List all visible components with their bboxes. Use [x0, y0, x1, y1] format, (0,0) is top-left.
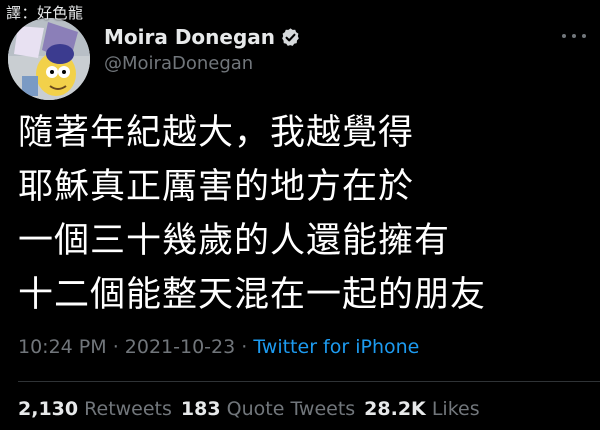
tweet-line: 十二個能整天混在一起的朋友 — [18, 275, 487, 315]
tweet-line: 一個三十幾歲的人還能擁有 — [18, 221, 451, 261]
translator-watermark: 譯：好色龍 — [6, 4, 84, 22]
tweet-metadata: 10:24 PM · 2021-10-23 · Twitter for iPho… — [18, 336, 419, 358]
engagement-stats: 2,130 Retweets 183 Quote Tweets 28.2K Li… — [18, 398, 480, 420]
tweet-time[interactable]: 10:24 PM — [18, 336, 107, 358]
author-display-name[interactable]: Moira Donegan — [104, 25, 275, 49]
meta-separator: · — [235, 336, 254, 358]
author-handle[interactable]: @MoiraDonegan — [104, 53, 253, 74]
verified-badge-icon — [280, 27, 301, 48]
quote-tweets-label: Quote Tweets — [226, 398, 356, 420]
author-name-row[interactable]: Moira Donegan — [104, 24, 301, 50]
retweets-count: 2,130 — [18, 398, 79, 420]
tweet-source-link[interactable]: Twitter for iPhone — [253, 336, 419, 358]
more-horizontal-icon — [562, 34, 566, 38]
more-dot — [572, 34, 576, 38]
tweet-text: 隨著年紀越大，我越覺得 耶穌真正厲害的地方在於 一個三十幾歲的人還能擁有 十二個… — [18, 106, 588, 322]
more-options-button[interactable] — [562, 26, 586, 46]
avatar-image — [8, 18, 90, 100]
meta-separator: · — [106, 336, 125, 358]
avatar[interactable] — [8, 18, 90, 100]
tweet-line: 隨著年紀越大，我越覺得 — [18, 113, 415, 153]
retweets-stat[interactable]: 2,130 Retweets — [18, 398, 172, 420]
divider — [18, 381, 600, 382]
retweets-label: Retweets — [84, 398, 172, 420]
likes-count: 28.2K — [364, 398, 426, 420]
quote-tweets-stat[interactable]: 183 Quote Tweets — [181, 398, 355, 420]
quote-tweets-count: 183 — [180, 398, 221, 420]
likes-stat[interactable]: 28.2K Likes — [364, 398, 479, 420]
likes-label: Likes — [431, 398, 480, 420]
tweet-date[interactable]: 2021-10-23 — [125, 336, 235, 358]
tweet-line: 耶穌真正厲害的地方在於 — [18, 167, 415, 207]
more-dot — [582, 34, 586, 38]
